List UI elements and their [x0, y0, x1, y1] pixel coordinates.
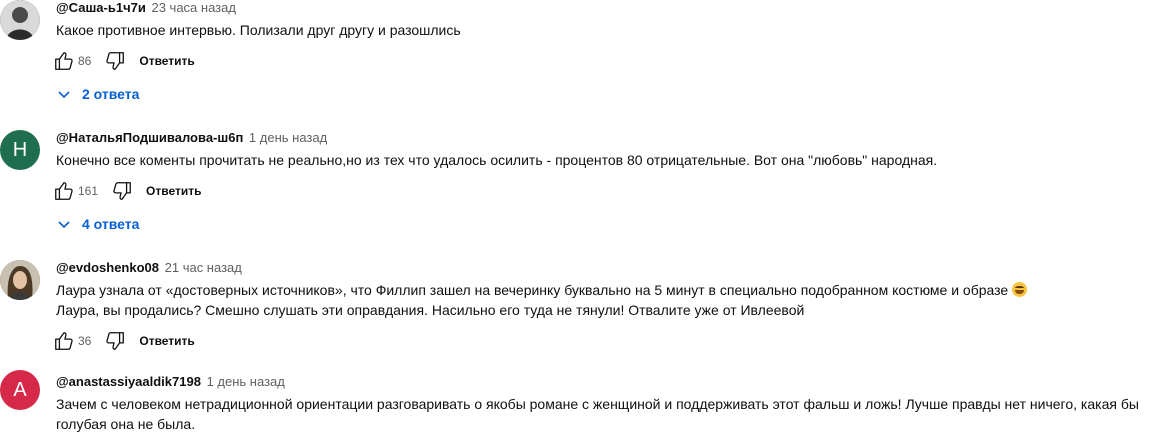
- replies-count: 4 ответа: [82, 216, 140, 232]
- like-count: 161: [78, 184, 99, 198]
- comment-text: Какое противное интервью. Полизали друг …: [56, 22, 461, 38]
- comment-text-line: Лаура узнала от «достоверных источников»…: [56, 280, 1028, 300]
- reply-button[interactable]: Ответить: [139, 54, 194, 68]
- avatar-letter: A: [13, 378, 27, 401]
- chevron-down-icon: [56, 86, 72, 102]
- like-count: 86: [78, 54, 92, 68]
- reply-button[interactable]: Ответить: [139, 334, 194, 348]
- comment-actions: 36 Ответить: [52, 329, 195, 353]
- comment-text: Зачем с человеком нетрадиционной ориента…: [56, 396, 1139, 412]
- comment-header: @Саша-ь1ч7и 23 часа назад: [56, 0, 236, 16]
- laughing-emoji-icon: [1012, 282, 1028, 297]
- comment-time[interactable]: 1 день назад: [249, 130, 327, 145]
- avatar[interactable]: Н: [0, 130, 40, 170]
- chevron-down-icon: [56, 216, 72, 232]
- avatar[interactable]: A: [0, 370, 40, 410]
- comment-header: @НатальяПодшивалова-ш6п 1 день назад: [56, 130, 327, 146]
- thumb-up-icon[interactable]: [52, 329, 76, 353]
- avatar-photo-icon: [0, 260, 40, 300]
- comment-time[interactable]: 21 час назад: [165, 260, 242, 275]
- avatar-letter: Н: [12, 138, 28, 161]
- avatar[interactable]: [0, 0, 40, 40]
- thumb-up-icon[interactable]: [52, 49, 76, 73]
- comment-header: @anastassiyaaldik7198 1 день назад: [56, 374, 285, 390]
- comment-author[interactable]: @Саша-ь1ч7и: [56, 0, 146, 15]
- thumb-up-icon[interactable]: [52, 179, 76, 203]
- comment-author[interactable]: @evdoshenko08: [56, 260, 159, 275]
- view-replies-button[interactable]: 2 ответа: [56, 82, 139, 106]
- view-replies-button[interactable]: 4 ответа: [56, 212, 139, 236]
- thumb-down-icon[interactable]: [110, 179, 134, 203]
- avatar[interactable]: [0, 260, 40, 300]
- comment-text: Лаура, вы продались? Смешно слушать эти …: [56, 302, 805, 318]
- thumb-down-icon[interactable]: [103, 49, 127, 73]
- avatar-photo-icon: [0, 0, 40, 40]
- comment-time[interactable]: 23 часа назад: [151, 0, 235, 15]
- comment-author[interactable]: @anastassiyaaldik7198: [56, 374, 201, 389]
- like-count: 36: [78, 334, 92, 348]
- comment-text: Лаура узнала от «достоверных источников»…: [56, 282, 1009, 298]
- comment-author[interactable]: @НатальяПодшивалова-ш6п: [56, 130, 243, 145]
- comment-time[interactable]: 1 день назад: [207, 374, 285, 389]
- thumb-down-icon[interactable]: [103, 329, 127, 353]
- comment-actions: 161 Ответить: [52, 179, 201, 203]
- comment-header: @evdoshenko08 21 час назад: [56, 260, 242, 276]
- comment-text: Конечно все коменты прочитать не реально…: [56, 152, 938, 168]
- comment-actions: 86 Ответить: [52, 49, 195, 73]
- comment-text: голубая она не была.: [56, 416, 196, 432]
- reply-button[interactable]: Ответить: [146, 184, 201, 198]
- replies-count: 2 ответа: [82, 86, 140, 102]
